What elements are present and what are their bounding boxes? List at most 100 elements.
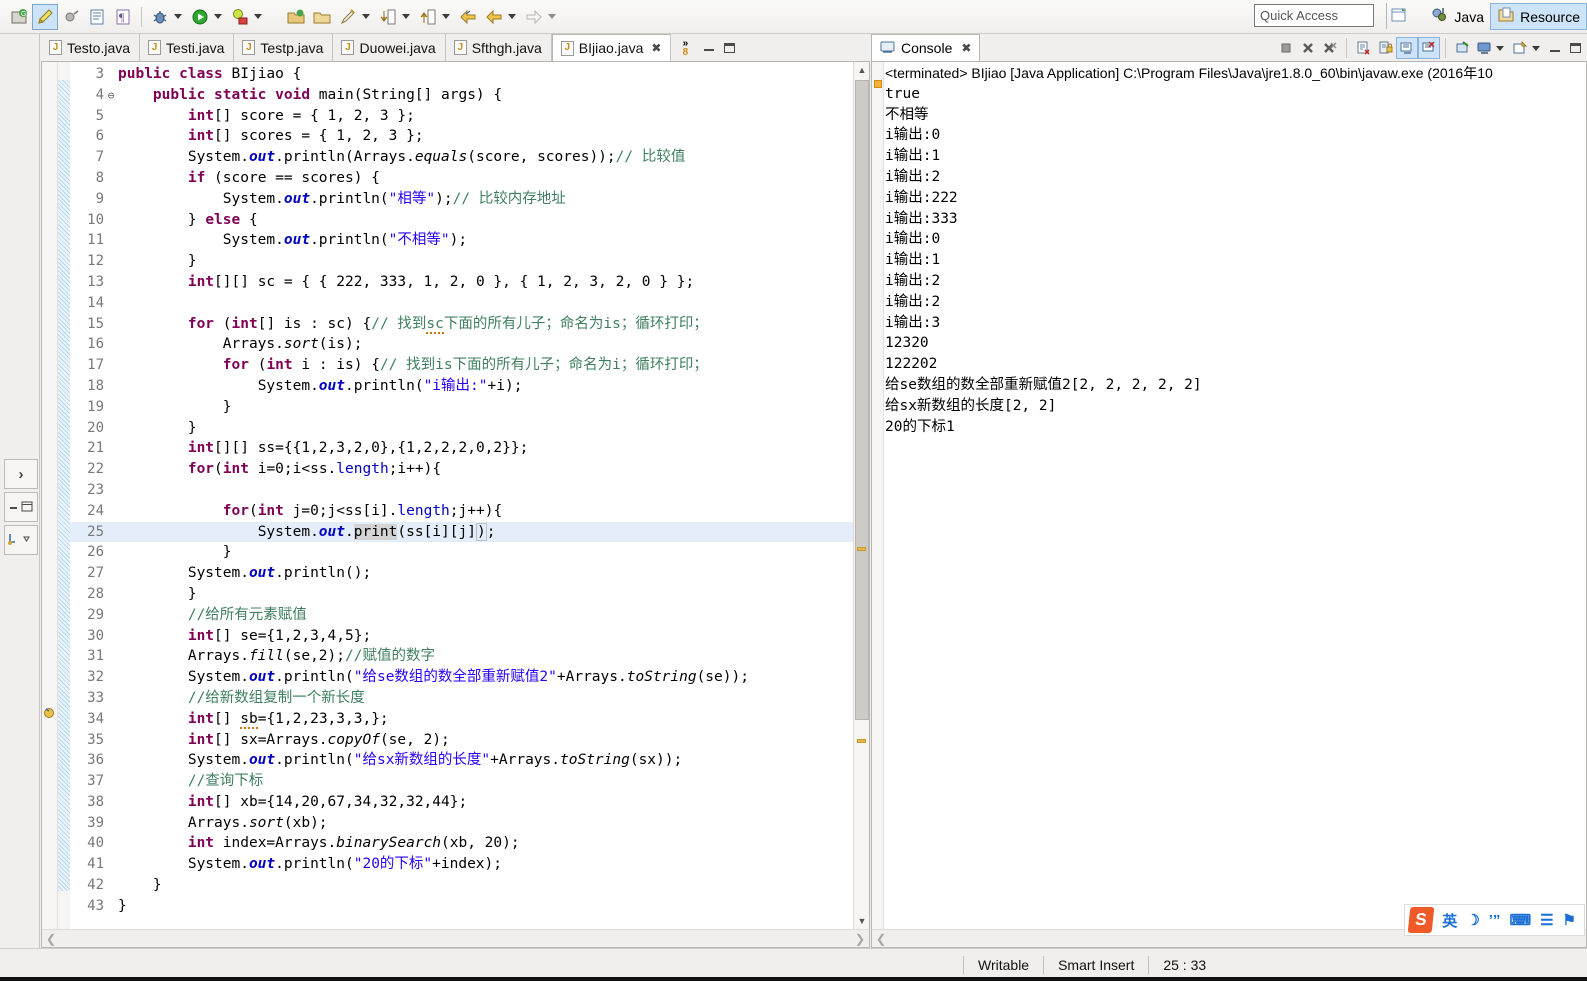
restore-package-explorer-button[interactable]: › [4, 459, 38, 489]
forward-history-caret[interactable] [548, 14, 556, 19]
backward-history-caret[interactable] [508, 14, 516, 19]
code-line-32[interactable]: 32 System.out.println("给se数组的数全部重新赋值2"+A… [70, 667, 869, 688]
open-console-icon[interactable] [1509, 37, 1531, 59]
code-line-33[interactable]: 33 //给新数组复制一个新长度 [70, 688, 869, 709]
next-annotation-caret[interactable] [442, 14, 450, 19]
code-line-12[interactable]: 12 } [70, 251, 869, 272]
overview-warning-marker-2[interactable] [857, 739, 866, 743]
scroll-up-arrow[interactable]: ▲ [854, 62, 869, 78]
code-line-6[interactable]: 6 int[] scores = { 1, 2, 3 }; [70, 126, 869, 147]
code-line-15[interactable]: 15 for (int[] is : sc) {// 找到sc下面的所有儿子；命… [70, 314, 869, 335]
new-class-dropdown-caret[interactable] [362, 14, 370, 19]
editor-horizontal-scrollbar[interactable]: ❮ ❯ [42, 929, 869, 947]
code-line-36[interactable]: 36 System.out.println("给sx新数组的长度"+Arrays… [70, 750, 869, 771]
open-package-icon[interactable] [309, 4, 335, 30]
show-whitespace-icon[interactable]: ¶ [110, 4, 136, 30]
code-line-37[interactable]: 37 //查询下标 [70, 771, 869, 792]
console-output-text[interactable]: <terminated> BIjiao [Java Application] C… [885, 62, 1586, 929]
code-line-13[interactable]: 13 int[][] sc = { { 222, 333, 1, 2, 0 },… [70, 272, 869, 293]
code-line-23[interactable]: 23 [70, 480, 869, 501]
hscroll-left-arrow[interactable]: ❮ [46, 932, 56, 946]
editor-tab-duowei-java[interactable]: J Duowei.java [333, 34, 446, 61]
console-output-panel[interactable]: <terminated> BIjiao [Java Application] C… [871, 62, 1587, 948]
editor-tab-testi-java[interactable]: J Testi.java [140, 34, 235, 61]
forward-history-icon[interactable] [521, 4, 547, 30]
editor-tab-overflow-button[interactable]: » 8 [671, 34, 699, 61]
toggle-mark-occurrences-icon[interactable] [58, 4, 84, 30]
open-perspective-button[interactable] [1383, 3, 1415, 30]
maximize-console-button[interactable] [1565, 35, 1585, 62]
editor-folding-column[interactable] [58, 62, 70, 929]
code-line-8[interactable]: 8 if (score == scores) { [70, 168, 869, 189]
ime-toolbox-icon[interactable]: ⚑ [1563, 911, 1576, 929]
scroll-down-arrow[interactable]: ▼ [854, 913, 869, 929]
code-line-21[interactable]: 21 int[][] ss={{1,2,3,2,0},{1,2,2,2,0,2}… [70, 438, 869, 459]
minimize-console-button[interactable] [1545, 35, 1565, 62]
pin-console-icon[interactable] [1451, 37, 1473, 59]
code-line-39[interactable]: 39 Arrays.sort(xb); [70, 813, 869, 834]
code-line-22[interactable]: 22 for(int i=0;i<ss.length;i++){ [70, 459, 869, 480]
quick-access-input[interactable]: Quick Access [1254, 4, 1374, 27]
fold-marker[interactable]: ⊖ [104, 86, 118, 107]
show-console-on-error-icon[interactable] [1418, 37, 1440, 59]
remove-launch-icon[interactable] [1297, 37, 1319, 59]
code-line-7[interactable]: 7 System.out.println(Arrays.equals(score… [70, 147, 869, 168]
code-line-18[interactable]: 18 System.out.println("i输出:"+i); [70, 376, 869, 397]
minimize-editor-button[interactable] [699, 34, 719, 61]
perspective-java-button[interactable]: Java [1425, 3, 1490, 30]
code-line-27[interactable]: 27 System.out.println(); [70, 563, 869, 584]
close-icon[interactable]: ✖ [651, 41, 661, 55]
debug-icon[interactable] [147, 4, 173, 30]
new-java-package-icon[interactable] [283, 4, 309, 30]
overview-warning-marker-1[interactable] [857, 547, 866, 551]
ime-moon-icon[interactable]: ☽ [1466, 911, 1479, 929]
back-icon[interactable] [455, 4, 481, 30]
run-icon[interactable] [187, 4, 213, 30]
previous-annotation-caret[interactable] [402, 14, 410, 19]
code-line-24[interactable]: 24 for(int j=0;j<ss[i].length;j++){ [70, 501, 869, 522]
code-line-34[interactable]: 34 int[] sb={1,2,23,3,3,}; [70, 709, 869, 730]
close-icon[interactable]: ✖ [961, 41, 971, 55]
console-hscroll-left-arrow[interactable]: ❮ [876, 932, 886, 946]
editor-tab-testo-java[interactable]: J Testo.java [41, 34, 141, 61]
ime-user-icon[interactable]: ☰ [1540, 911, 1553, 929]
new-java-project-icon[interactable]: G [6, 4, 32, 30]
open-type-icon[interactable] [84, 4, 110, 30]
editor-tab-sfthgh-java[interactable]: J Sfthgh.java [445, 34, 552, 61]
code-line-40[interactable]: 40 int index=Arrays.binarySearch(xb, 20)… [70, 833, 869, 854]
code-line-5[interactable]: 5 int[] score = { 1, 2, 3 }; [70, 106, 869, 127]
code-line-17[interactable]: 17 for (int i : is) {// 找到is下面的所有儿子；命名为i… [70, 355, 869, 376]
editor-tab-bijiao-java[interactable]: J BIjiao.java ✖ [551, 34, 672, 61]
next-annotation-icon[interactable] [415, 4, 441, 30]
code-line-38[interactable]: 38 int[] xb={14,20,67,34,32,32,44}; [70, 792, 869, 813]
code-line-10[interactable]: 10 } else { [70, 210, 869, 231]
tab-console[interactable]: Console ✖ [871, 34, 981, 61]
remove-all-terminated-icon[interactable] [1319, 37, 1341, 59]
open-console-caret[interactable] [1532, 45, 1540, 51]
code-line-43[interactable]: 43} [70, 896, 869, 917]
scroll-lock-icon[interactable] [1396, 37, 1418, 59]
editor-vertical-scrollbar[interactable]: ▲ ▼ [853, 62, 869, 929]
code-line-41[interactable]: 41 System.out.println("20的下标"+index); [70, 854, 869, 875]
warning-marker-icon[interactable] [43, 706, 56, 719]
hscroll-right-arrow[interactable]: ❯ [855, 932, 865, 946]
code-line-4[interactable]: 4 ⊖ public static void main(String[] args… [70, 85, 869, 106]
lock-scroll-icon[interactable] [1374, 37, 1396, 59]
editor-marker-column[interactable] [42, 62, 58, 929]
code-line-19[interactable]: 19 } [70, 397, 869, 418]
terminate-icon[interactable] [1275, 37, 1297, 59]
ime-mode-english[interactable]: 英 [1442, 910, 1457, 931]
highlighter-icon[interactable] [32, 3, 58, 30]
code-line-25[interactable]: 25 System.out.print(ss[i][j]); [70, 521, 869, 543]
code-line-26[interactable]: 26 } [70, 542, 869, 563]
code-line-31[interactable]: 31 Arrays.fill(se,2);//赋值的数字 [70, 646, 869, 667]
run-external-tools-icon[interactable] [227, 4, 253, 30]
code-line-30[interactable]: 30 int[] se={1,2,3,4,5}; [70, 626, 869, 647]
external-tools-dropdown-caret[interactable] [254, 14, 262, 19]
perspective-resource-button[interactable]: Resource [1490, 3, 1587, 30]
minimized-views-group[interactable] [4, 492, 38, 522]
code-line-20[interactable]: 20 } [70, 418, 869, 439]
code-line-42[interactable]: 42 } [70, 875, 869, 896]
new-class-icon[interactable] [335, 4, 361, 30]
backward-history-icon[interactable] [481, 4, 507, 30]
